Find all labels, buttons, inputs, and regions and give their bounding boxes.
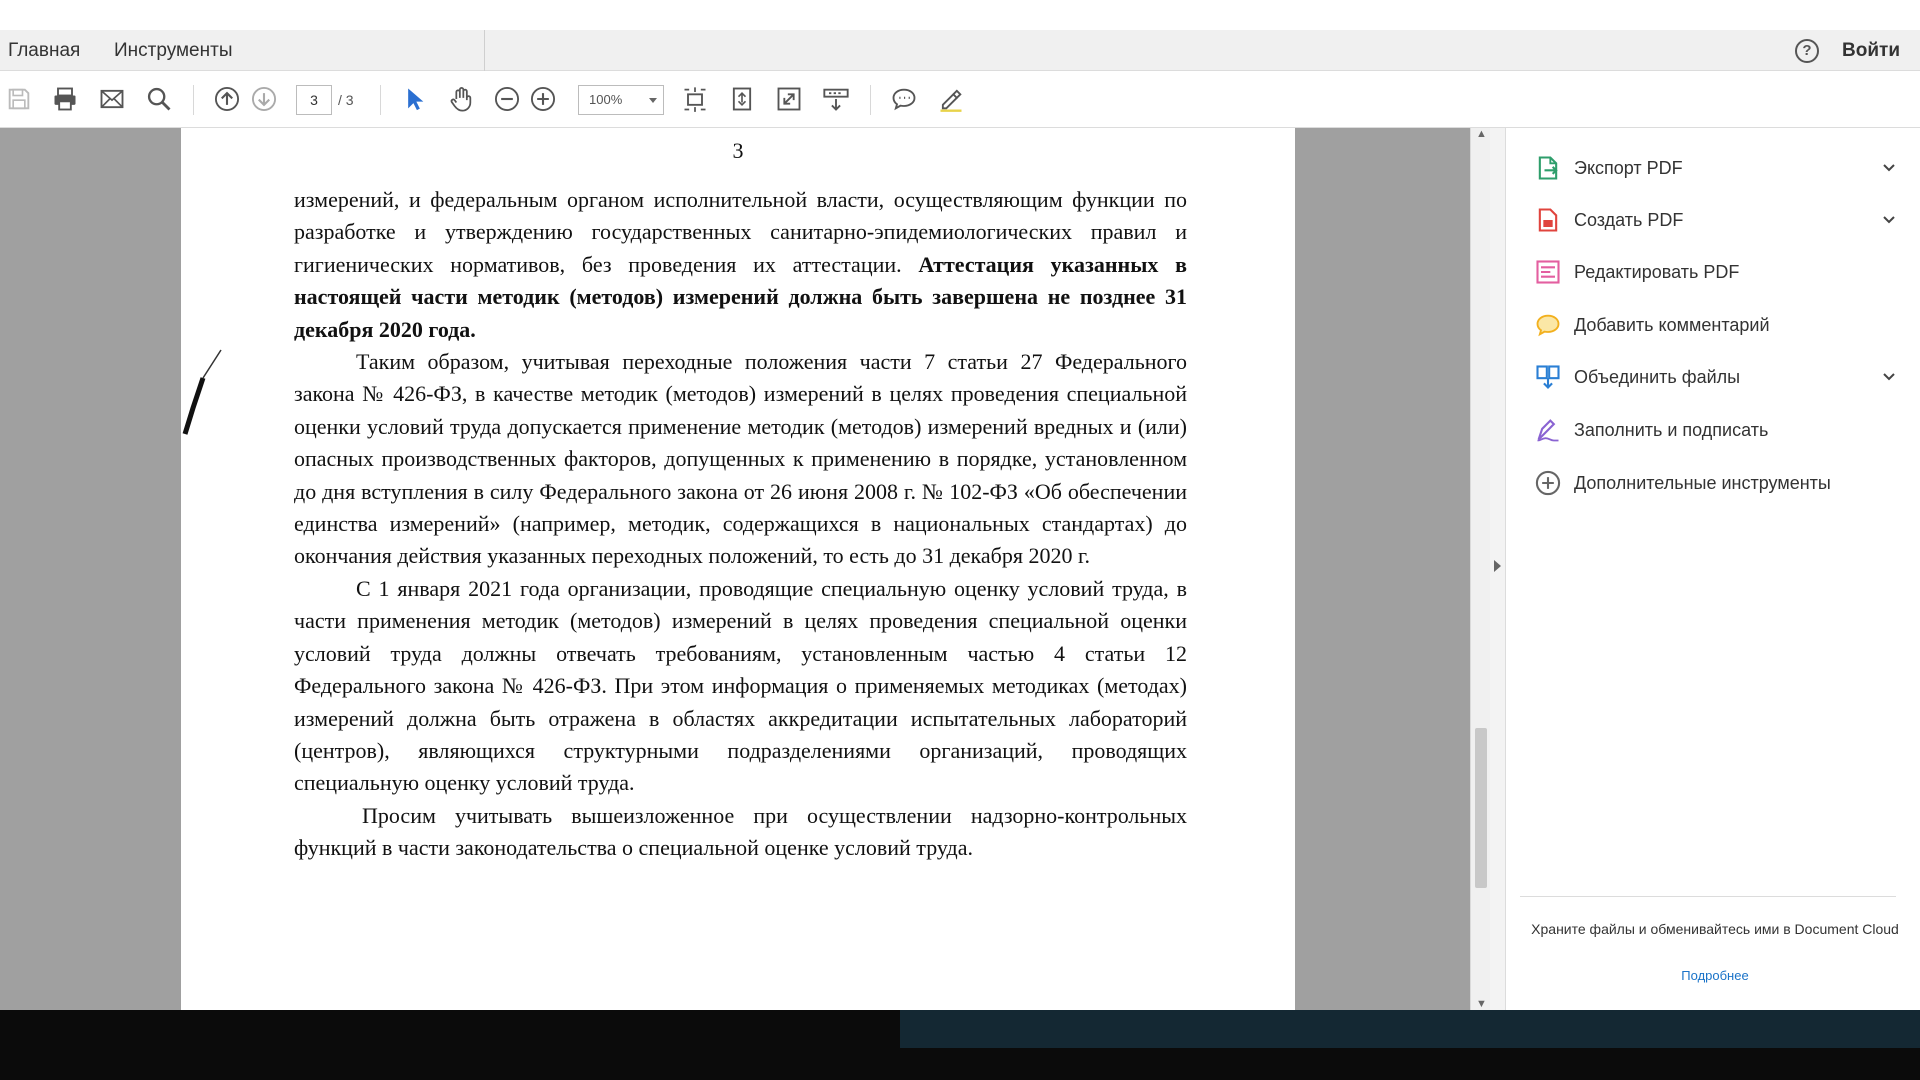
toolbar-separator [870,85,871,115]
fill-sign-icon [1537,419,1559,442]
scroll-mode-icon[interactable] [821,84,851,114]
chevron-down-icon[interactable] [1881,212,1897,228]
select-cursor-icon[interactable] [399,84,429,114]
tool-create-pdf[interactable]: Создать PDF [1506,196,1920,244]
toolbar-separator [380,85,381,115]
zoom-out-icon[interactable] [492,84,522,114]
tab-tools[interactable]: Инструменты [114,30,232,71]
panel-divider [1520,896,1896,897]
export-pdf-icon [1538,156,1558,180]
page-total: / 3 [338,92,354,108]
document-cloud-promo: Храните файлы и обменивайтесь ими в Docu… [1531,921,1899,937]
panel-collapse-gutter[interactable] [1490,128,1506,1010]
collapse-panel-icon[interactable] [1494,560,1501,572]
search-icon[interactable] [144,84,174,114]
document-body: измерений, и федеральным органом исполни… [294,184,1187,865]
tool-label: Заполнить и подписать [1574,420,1769,440]
tool-more-tools[interactable]: Дополнительные инструменты [1506,459,1920,507]
tool-label: Экспорт PDF [1574,158,1683,178]
signin-button[interactable]: Войти [1842,30,1900,71]
edit-pdf-icon [1536,260,1560,284]
menu-bar: Главная Инструменты ? Войти [0,30,1920,71]
page-number-input[interactable] [296,85,332,115]
document-viewer[interactable]: 3 измерений, и федеральным органом испол… [0,128,1470,1010]
comment-icon[interactable] [889,84,919,114]
rotate-icon[interactable] [727,84,757,114]
zoom-in-icon[interactable] [528,84,558,114]
tool-edit-pdf[interactable]: Редактировать PDF [1506,248,1920,296]
zoom-select[interactable]: 100% [578,85,664,115]
scan-pen-mark [182,349,222,435]
email-icon[interactable] [97,84,127,114]
taskbar [0,1010,1920,1080]
toolbar: / 3 100% [0,71,1920,128]
scroll-down-icon[interactable]: ▼ [1476,998,1487,1010]
scrollbar-thumb[interactable] [1475,728,1487,888]
window-top-strip [0,0,1920,30]
tool-add-comment[interactable]: Добавить комментарий [1506,301,1920,349]
fit-page-icon[interactable] [680,84,710,114]
tab-home[interactable]: Главная [8,30,80,71]
chevron-down-icon [649,98,657,103]
more-tools-icon [1535,470,1561,496]
highlight-pen-icon[interactable] [936,84,966,114]
tools-panel: Экспорт PDF Создать PDF Редактировать PD… [1506,128,1920,1010]
save-icon[interactable] [4,84,34,114]
toolbar-separator [193,85,194,115]
tool-label: Редактировать PDF [1574,262,1740,282]
tool-label: Дополнительные инструменты [1574,473,1831,493]
tool-label: Добавить комментарий [1574,315,1770,335]
tool-fill-sign[interactable]: Заполнить и подписать [1506,406,1920,454]
page-number-label: 3 [732,138,744,163]
tool-export-pdf[interactable]: Экспорт PDF [1506,144,1920,192]
comment-icon [1536,314,1560,337]
tool-label: Объединить файлы [1574,367,1741,387]
tool-label: Создать PDF [1574,210,1684,230]
previous-page-icon[interactable] [212,84,242,114]
paragraph-2: Таким образом, учитывая переходные полож… [294,349,1187,569]
tab-divider [484,30,485,71]
zoom-value: 100% [589,92,623,107]
create-pdf-icon [1538,208,1558,232]
tool-combine-files[interactable]: Объединить файлы [1506,353,1920,401]
next-page-icon[interactable] [249,84,279,114]
paragraph-1: измерений, и федеральным органом исполни… [294,184,1187,346]
chevron-down-icon[interactable] [1881,369,1897,385]
fullscreen-icon[interactable] [774,84,804,114]
chevron-down-icon[interactable] [1881,160,1897,176]
paragraph-3: С 1 января 2021 года организации, провод… [294,575,1187,796]
vertical-scrollbar[interactable]: ▲ ▼ [1470,128,1490,1010]
pdf-page: 3 измерений, и федеральным органом испол… [181,128,1295,1010]
print-icon[interactable] [50,84,80,114]
learn-more-link[interactable]: Подробнее [1520,968,1910,983]
help-icon[interactable]: ? [1795,39,1819,63]
combine-files-icon [1536,365,1560,389]
paragraph-4: Просим учитывать вышеизложенное при осущ… [294,802,1187,861]
scroll-up-icon[interactable]: ▲ [1476,128,1487,140]
taskbar-band [900,1010,1920,1048]
hand-tool-icon[interactable] [446,84,476,114]
